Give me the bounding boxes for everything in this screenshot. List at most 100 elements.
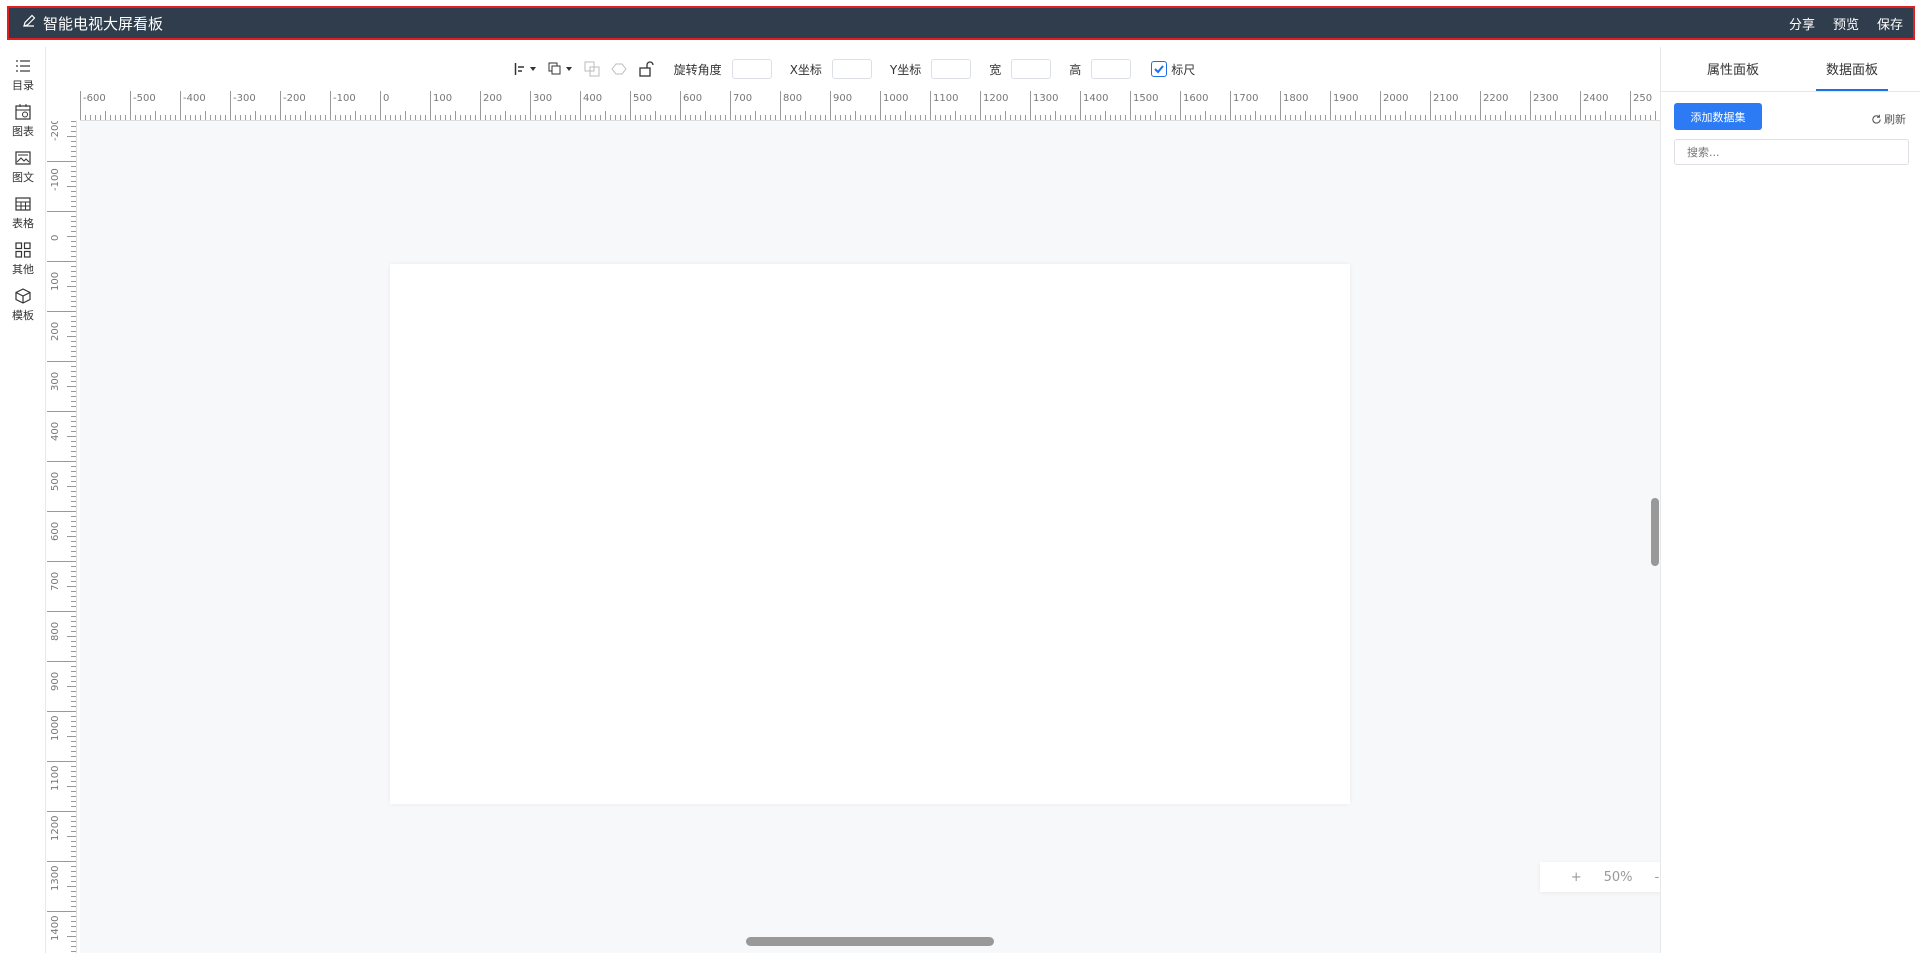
tab-properties[interactable]: 属性面板 [1707, 59, 1759, 78]
ruler-tick [71, 891, 76, 892]
ruler-tick [71, 221, 76, 222]
x-coordinate-label: X坐标 [789, 62, 822, 77]
width-input[interactable] [1011, 59, 1052, 79]
ruler-tick [130, 91, 131, 120]
ruler-tick [47, 311, 76, 312]
ruler-tick [47, 811, 76, 812]
ruler-label-v: 900 [50, 671, 61, 691]
ruler-tick [71, 921, 76, 922]
ruler-tick [71, 406, 76, 407]
ruler-tick [71, 401, 76, 402]
ruler-tick [71, 946, 76, 947]
vertical-scrollbar[interactable] [1651, 498, 1659, 566]
ruler-tick [830, 91, 831, 120]
dataset-search-input[interactable] [1674, 139, 1909, 165]
title-group: 智能电视大屏看板 [21, 13, 163, 34]
ruler-tick [71, 616, 76, 617]
rotate-input[interactable] [731, 59, 772, 79]
preview-button[interactable]: 预览 [1833, 14, 1859, 33]
ruler-tick [71, 546, 76, 547]
ruler-tick [71, 201, 76, 202]
ruler-tick [71, 851, 76, 852]
sidebar-item-table[interactable]: 表格 [0, 195, 46, 231]
edit-pen-icon[interactable] [21, 13, 37, 33]
sidebar-item-label: 表格 [12, 217, 34, 230]
add-dataset-button[interactable]: 添加数据集 [1674, 103, 1762, 130]
ruler-tick [1605, 111, 1606, 120]
ruler-tick [980, 91, 981, 120]
artboard[interactable] [390, 264, 1350, 804]
ruler-tick [47, 511, 76, 512]
tab-data[interactable]: 数据面板 [1826, 59, 1878, 78]
sidebar-item-label: 模板 [12, 309, 34, 322]
ruler-tick [71, 581, 76, 582]
ruler-tick [155, 111, 156, 120]
ruler-tick [71, 696, 76, 697]
ruler-label-h: -300 [233, 93, 256, 104]
ruler-tick [71, 676, 76, 677]
ungroup-icon[interactable] [608, 58, 630, 80]
sidebar-item-template[interactable]: 模板 [0, 287, 46, 323]
ruler-label-h: 800 [783, 93, 803, 104]
ruler-label: 标尺 [1171, 62, 1196, 77]
refresh-button[interactable]: 刷新 [1871, 111, 1906, 127]
sidebar-item-other[interactable]: 其他 [0, 241, 46, 277]
ruler-label-h: -200 [283, 93, 306, 104]
ruler-tick [930, 91, 931, 120]
ruler-label-h: 900 [833, 93, 853, 104]
editor-canvas[interactable] [80, 121, 1660, 953]
ruler-tick [71, 126, 76, 127]
ruler-tick [71, 446, 76, 447]
ruler-tick [380, 91, 381, 120]
sidebar-item-catalog[interactable]: 目录 [0, 57, 46, 93]
ruler-tick [1380, 91, 1381, 120]
ruler-label-v: 1200 [50, 815, 61, 841]
x-coordinate-input[interactable] [831, 59, 872, 79]
ruler-tick [71, 191, 76, 192]
ruler-label-v: -100 [50, 168, 61, 191]
ruler-tick [71, 626, 76, 627]
ruler-tick [71, 846, 76, 847]
dashboard-title[interactable]: 智能电视大屏看板 [43, 13, 163, 34]
height-input[interactable] [1091, 59, 1132, 79]
ruler-tick [205, 111, 206, 120]
ruler-tick [530, 91, 531, 120]
ruler-tick [71, 516, 76, 517]
ruler-tick [71, 866, 76, 867]
ruler-tick [605, 111, 606, 120]
zoom-in-button[interactable]: + [1571, 870, 1582, 885]
ruler-tick [71, 381, 76, 382]
ruler-tick [1630, 91, 1631, 120]
ruler-tick [71, 271, 76, 272]
ruler-tick [47, 361, 76, 362]
ruler-tick [71, 316, 76, 317]
ruler-tick [71, 691, 76, 692]
share-button[interactable]: 分享 [1789, 14, 1815, 33]
horizontal-scrollbar[interactable] [746, 937, 994, 946]
unlock-icon[interactable] [636, 58, 656, 80]
ruler-tick [71, 371, 76, 372]
zoom-out-button[interactable]: - [1655, 870, 1660, 885]
ruler-tick [71, 466, 76, 467]
ruler-label-v: 600 [50, 521, 61, 541]
ruler-tick [71, 246, 76, 247]
ruler-tick [47, 561, 76, 562]
ruler-tick [1005, 111, 1006, 120]
ruler-tick [71, 431, 76, 432]
ruler-tick [71, 181, 76, 182]
ruler-label-h: 600 [683, 93, 703, 104]
sidebar-item-label: 目录 [12, 79, 34, 92]
layer-dropdown[interactable] [546, 58, 576, 80]
ruler-checkbox[interactable] [1151, 61, 1168, 77]
save-button[interactable]: 保存 [1877, 14, 1903, 33]
align-dropdown[interactable] [512, 58, 540, 80]
ruler-toggle[interactable]: 标尺 [1151, 61, 1195, 78]
ruler-label-h: 1000 [883, 93, 909, 104]
ruler-tick [105, 111, 106, 120]
y-coordinate-input[interactable] [931, 59, 972, 79]
group-icon[interactable] [582, 58, 602, 80]
sidebar-item-charts[interactable]: 图表 [0, 103, 46, 139]
sidebar-item-image-text[interactable]: 图文 [0, 149, 46, 185]
ruler-tick [71, 501, 76, 502]
ruler-tick [71, 356, 76, 357]
